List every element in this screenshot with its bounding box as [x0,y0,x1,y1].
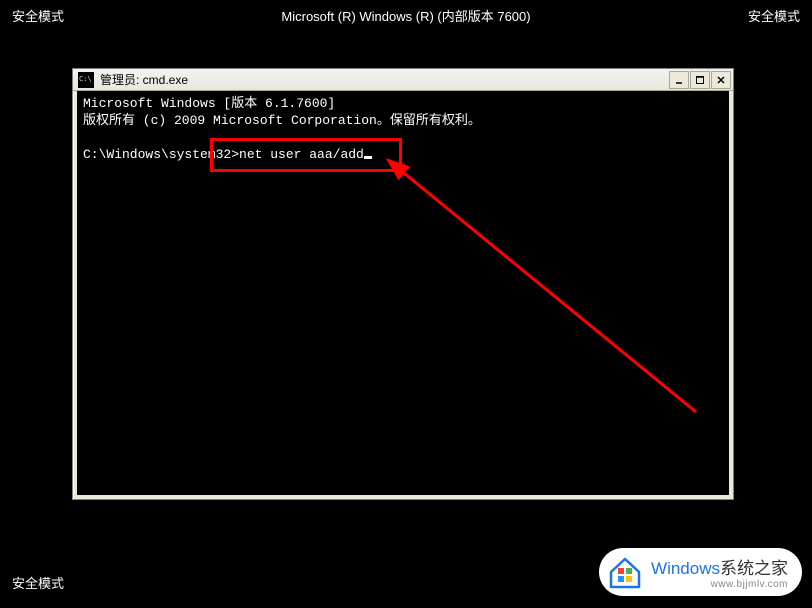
watermark-url: www.bjjmlv.com [651,579,788,590]
windows-build-label: Microsoft (R) Windows (R) (内部版本 7600) [281,6,530,25]
window-title: 管理员: cmd.exe [97,71,669,88]
safe-mode-indicator-tl: 安全模式 [12,6,64,25]
house-logo-icon [607,554,643,590]
copyright-line: 版权所有 (c) 2009 Microsoft Corporation。保留所有… [83,113,481,128]
prompt-text: C:\Windows\system32> [83,147,239,162]
version-line: Microsoft Windows [版本 6.1.7600] [83,96,335,111]
cmd-icon [78,72,94,88]
watermark-brand: Windows系统之家 [651,554,788,579]
close-button[interactable] [711,71,731,89]
watermark-badge: Windows系统之家 www.bjjmlv.com [599,548,802,596]
safe-mode-indicator-bl: 安全模式 [12,573,64,592]
command-input[interactable]: net user aaa/add [239,147,364,162]
maximize-button[interactable] [690,71,710,89]
safe-mode-indicator-tr: 安全模式 [748,6,800,25]
window-controls [669,71,731,89]
terminal-output[interactable]: Microsoft Windows [版本 6.1.7600] 版权所有 (c)… [77,91,729,495]
cmd-window[interactable]: 管理员: cmd.exe Microsoft Windows [版本 6.1.7… [72,68,734,500]
minimize-button[interactable] [669,71,689,89]
title-bar[interactable]: 管理员: cmd.exe [73,69,733,91]
cursor [364,156,372,159]
